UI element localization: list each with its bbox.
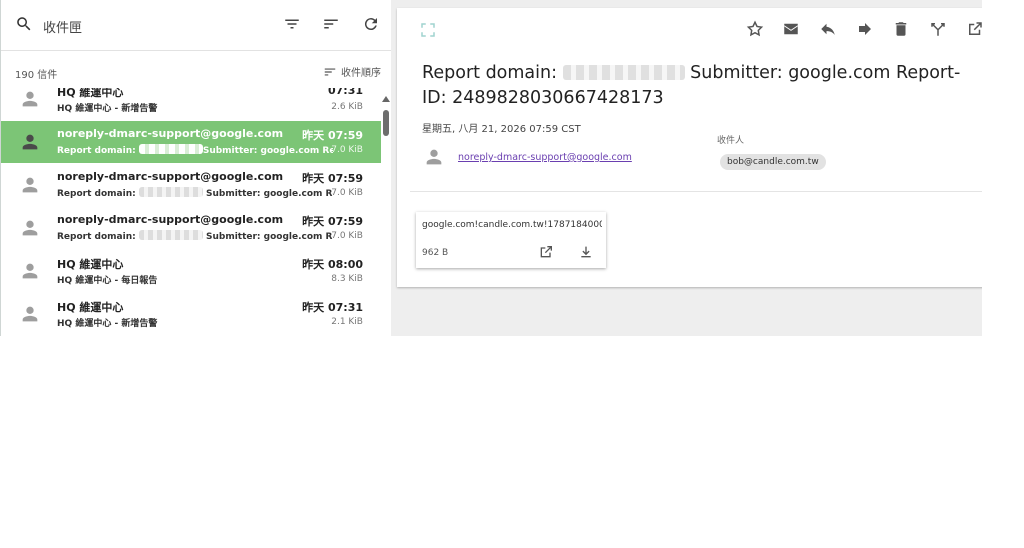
message-time: 昨天 08:00 xyxy=(302,258,363,271)
sort-icon[interactable] xyxy=(322,15,340,33)
message-subject-title: Report domain: Submitter: google.com Rep… xyxy=(422,61,982,111)
person-avatar-icon xyxy=(22,220,38,236)
subject-suffix: Submitter: google.com Report-I... xyxy=(202,146,333,156)
recipient-label: 收件人 xyxy=(717,136,745,146)
list-item[interactable]: HQ 維運中心 昨天 07:31 HQ 維運中心 - 新增告警 2.1 KiB xyxy=(1,293,381,335)
person-avatar-icon xyxy=(22,91,38,107)
list-header: 190 信件 收件順序 xyxy=(1,52,391,92)
message-datetime: 星期五, 八月 21, 2026 07:59 CST xyxy=(422,124,581,135)
message-size: 7.0 KiB xyxy=(331,145,363,155)
list-scrollbar[interactable] xyxy=(382,96,390,336)
message-subject: Report domain: Submitter: google.com Rep… xyxy=(57,230,333,242)
attachment-name: google.com!candle.com.tw!1787184000!1... xyxy=(422,220,602,230)
person-avatar-icon xyxy=(22,134,38,150)
attachment-size: 962 B xyxy=(422,248,449,258)
message-subject: HQ 維運中心 - 新增告警 xyxy=(57,104,158,114)
message-time: 昨天 07:31 xyxy=(302,301,363,314)
message-list-pane: 收件匣 190 信件 收件順序 HQ 維運中心 07:31 HQ 維運中心 - … xyxy=(0,0,391,336)
message-size: 2.6 KiB xyxy=(331,102,363,112)
open-external-icon[interactable] xyxy=(966,20,982,38)
message-size: 7.0 KiB xyxy=(331,188,363,198)
fullscreen-icon[interactable] xyxy=(419,21,437,39)
sender-name: HQ 維運中心 xyxy=(57,301,124,314)
sort-lines-icon xyxy=(324,68,336,75)
person-avatar-icon xyxy=(22,263,38,279)
search-input[interactable]: 收件匣 xyxy=(43,17,82,36)
subject-prefix: Report domain: xyxy=(57,189,139,199)
sender-name: noreply-dmarc-support@google.com xyxy=(57,170,284,183)
message-subject: Report domain: Submitter: google.com Rep… xyxy=(57,144,333,156)
filter-icon[interactable] xyxy=(283,15,301,33)
redacted-domain xyxy=(562,65,685,80)
list-item[interactable]: HQ 維運中心 07:31 HQ 維運中心 - 新增告警 2.6 KiB xyxy=(1,88,381,120)
mail-app: 收件匣 190 信件 收件順序 HQ 維運中心 07:31 HQ 維運中心 - … xyxy=(0,0,982,336)
sender-name: HQ 維運中心 xyxy=(57,88,124,99)
message-size: 8.3 KiB xyxy=(331,274,363,284)
attachment-card[interactable]: google.com!candle.com.tw!1787184000!1...… xyxy=(416,212,606,268)
recipient-chip[interactable]: bob@candle.com.tw xyxy=(720,154,826,170)
list-item[interactable]: noreply-dmarc-support@google.com 昨天 07:5… xyxy=(1,164,381,206)
search-icon[interactable] xyxy=(15,15,33,33)
sort-order-button[interactable]: 收件順序 xyxy=(323,64,381,79)
search-bar: 收件匣 xyxy=(1,0,391,51)
delete-icon[interactable] xyxy=(892,20,910,38)
move-icon[interactable] xyxy=(929,20,947,38)
message-view-pane: Report domain: Submitter: google.com Rep… xyxy=(397,8,982,287)
download-icon[interactable] xyxy=(578,244,594,260)
subject-suffix: Submitter: google.com Report-I... xyxy=(205,189,333,199)
person-avatar-icon xyxy=(22,177,38,193)
redacted-domain xyxy=(138,230,203,240)
message-time: 昨天 07:59 xyxy=(302,129,363,142)
message-subject: HQ 維運中心 - 新增告警 xyxy=(57,319,158,329)
refresh-icon[interactable] xyxy=(362,15,380,33)
scroll-thumb[interactable] xyxy=(383,110,389,136)
scroll-up-arrow-icon[interactable] xyxy=(382,96,390,102)
message-size: 2.1 KiB xyxy=(331,317,363,327)
subject-prefix: Report domain: xyxy=(422,63,563,83)
message-size: 7.0 KiB xyxy=(331,231,363,241)
message-count: 190 信件 xyxy=(15,70,58,81)
reply-icon[interactable] xyxy=(819,20,837,38)
star-icon[interactable] xyxy=(746,20,764,38)
message-subject: Report domain: Submitter: google.com Rep… xyxy=(57,187,333,199)
message-time: 昨天 07:59 xyxy=(302,172,363,185)
list-item[interactable]: HQ 維運中心 昨天 08:00 HQ 維運中心 - 每日報告 8.3 KiB xyxy=(1,250,381,292)
redacted-domain xyxy=(138,144,203,154)
redacted-domain xyxy=(138,187,203,197)
forward-icon[interactable] xyxy=(856,20,874,38)
sender-name: noreply-dmarc-support@google.com xyxy=(57,213,284,226)
sender-name: HQ 維運中心 xyxy=(57,258,124,271)
mark-unread-icon[interactable] xyxy=(782,20,800,38)
list-item[interactable]: noreply-dmarc-support@google.com 昨天 07:5… xyxy=(1,207,381,249)
open-attachment-icon[interactable] xyxy=(538,244,554,260)
person-avatar-icon xyxy=(426,149,442,165)
person-avatar-icon xyxy=(22,306,38,322)
subject-suffix: Submitter: google.com Report-I... xyxy=(205,232,333,242)
subject-prefix: Report domain: xyxy=(57,146,139,156)
message-time: 昨天 07:59 xyxy=(302,215,363,228)
subject-prefix: Report domain: xyxy=(57,232,139,242)
message-time: 07:31 xyxy=(327,88,363,97)
sender-name: noreply-dmarc-support@google.com xyxy=(57,127,284,140)
sort-order-label: 收件順序 xyxy=(341,68,381,79)
header-divider xyxy=(410,191,982,192)
message-subject: HQ 維運中心 - 每日報告 xyxy=(57,276,158,286)
message-list: HQ 維運中心 07:31 HQ 維運中心 - 新增告警 2.6 KiB nor… xyxy=(1,88,381,336)
sender-link[interactable]: noreply-dmarc-support@google.com xyxy=(458,152,632,163)
list-item-selected[interactable]: noreply-dmarc-support@google.com 昨天 07:5… xyxy=(1,121,381,163)
